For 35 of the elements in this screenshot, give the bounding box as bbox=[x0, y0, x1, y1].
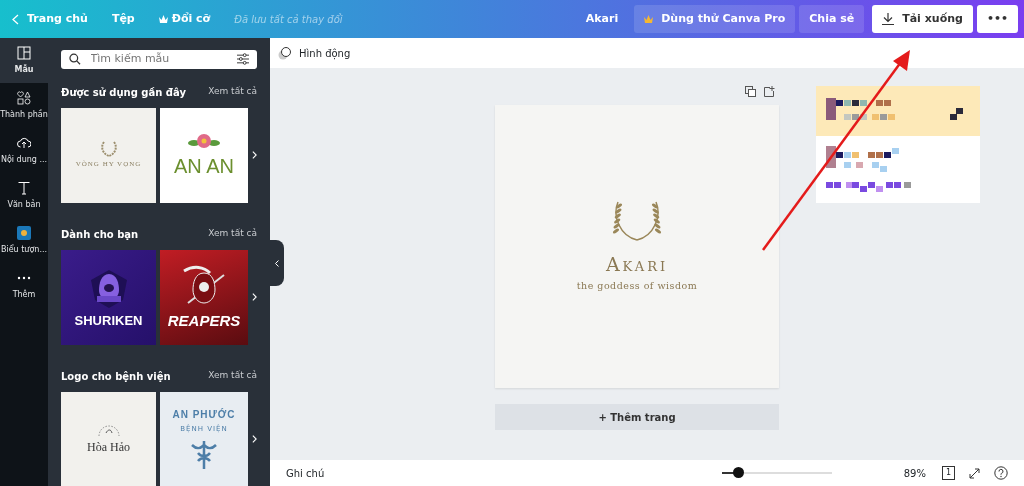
rail-tab[interactable]: Biểu tượn... bbox=[0, 218, 48, 263]
template-thumbnail[interactable]: Hòa Hảo bbox=[61, 391, 156, 486]
design-name[interactable]: Akari bbox=[585, 10, 619, 28]
section-title: Logo cho bệnh viện bbox=[61, 369, 171, 384]
rail-tab[interactable]: Thành phần bbox=[0, 83, 48, 128]
notes-button[interactable]: Ghi chú bbox=[286, 465, 325, 481]
more-button[interactable]: ••• bbox=[976, 5, 1018, 33]
section-title: Được sử dụng gần đây bbox=[61, 85, 186, 100]
logo-tagline: the goddess of wisdom bbox=[576, 278, 698, 293]
thumbnail-title: AN PHƯỚC bbox=[172, 409, 236, 421]
thumbnail-title: Hòa Hảo bbox=[87, 441, 130, 455]
search-box[interactable]: Tìm kiếm mẫu bbox=[61, 50, 257, 69]
template-thumbnail[interactable]: REAPERS bbox=[160, 249, 248, 345]
page-count-button[interactable]: 1 bbox=[941, 466, 955, 480]
thumbnail-title: AN AN bbox=[174, 155, 234, 177]
rail-tab[interactable]: Mẫu bbox=[0, 38, 48, 83]
save-status: Đã lưu tất cả thay đổi bbox=[234, 12, 343, 27]
rail-tab[interactable]: Thêm bbox=[0, 263, 48, 308]
section-title: Dành cho bạn bbox=[61, 227, 139, 242]
download-button[interactable]: Tải xuống bbox=[872, 5, 973, 33]
zoom-percent: 89% bbox=[903, 466, 926, 481]
thumbnail-title: REAPERS bbox=[167, 312, 241, 330]
rail-tab[interactable]: Nội dung ... bbox=[0, 128, 48, 173]
template-thumbnail[interactable]: SHURIKEN bbox=[61, 249, 156, 345]
rail-tab[interactable]: Văn bản bbox=[0, 173, 48, 218]
share-button[interactable]: Chia sẻ bbox=[799, 5, 865, 33]
thumbnail-title: SHURIKEN bbox=[74, 313, 143, 329]
add-page-button[interactable]: + Thêm trang bbox=[495, 404, 779, 430]
see-all-link[interactable]: Xem tất cả bbox=[208, 227, 257, 241]
template-thumbnail[interactable]: AN AN bbox=[160, 107, 248, 203]
animate-button[interactable]: Hình động bbox=[278, 45, 351, 61]
see-all-link[interactable]: Xem tất cả bbox=[208, 369, 257, 383]
see-all-link[interactable]: Xem tất cả bbox=[208, 85, 257, 99]
try-pro-button[interactable]: Dùng thử Canva Pro bbox=[634, 5, 796, 33]
logo-title: Akari bbox=[605, 252, 669, 278]
